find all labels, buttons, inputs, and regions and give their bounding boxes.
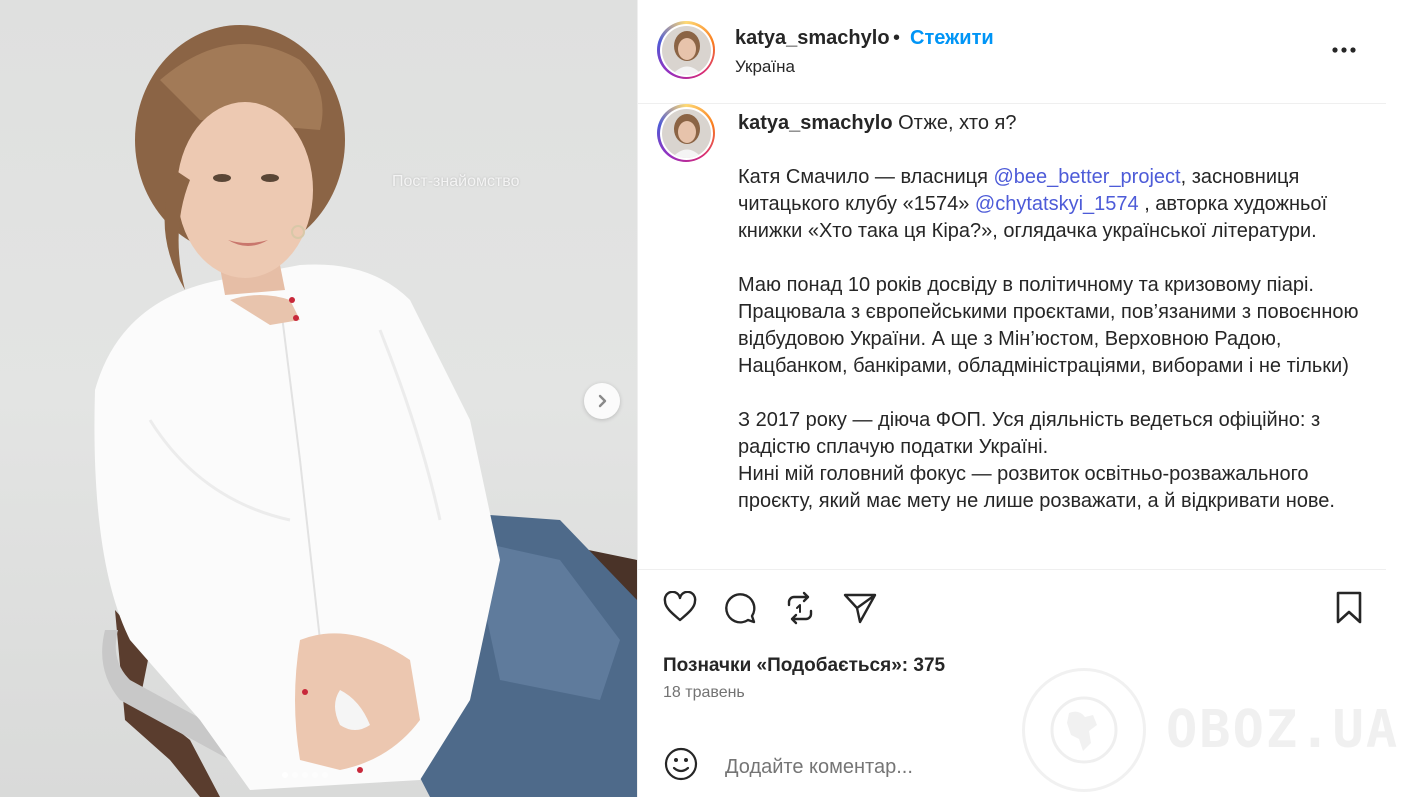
repost-button[interactable] bbox=[784, 591, 816, 630]
likes-count[interactable]: Позначки «Подобається»: 375 bbox=[663, 655, 945, 677]
caption-text: Катя Смачило — власниця bbox=[738, 166, 994, 188]
carousel-dot bbox=[312, 772, 318, 778]
post-photo: Пост-знайомство bbox=[0, 0, 637, 797]
carousel-dot bbox=[302, 772, 308, 778]
heart-icon bbox=[663, 590, 697, 622]
carousel-dot bbox=[282, 772, 288, 778]
avatar-photo bbox=[661, 108, 711, 158]
save-button[interactable] bbox=[1335, 591, 1363, 630]
photo-illustration bbox=[94, 25, 637, 797]
post-date[interactable]: 18 травень bbox=[663, 684, 745, 702]
comment-icon bbox=[725, 593, 756, 624]
globe-icon bbox=[1022, 668, 1146, 792]
caption-intro: Отже, хто я? bbox=[898, 112, 1017, 134]
separator-bullet: • bbox=[893, 27, 901, 49]
chevron-right-icon bbox=[598, 394, 607, 408]
caption-paragraph: Маю понад 10 років досвіду в політичному… bbox=[738, 274, 1359, 377]
mention-link[interactable]: @bee_better_project bbox=[994, 166, 1181, 188]
carousel-indicators bbox=[282, 772, 328, 778]
mention-link[interactable]: @chytatskyi_1574 bbox=[975, 193, 1139, 215]
caption-avatar[interactable] bbox=[657, 104, 715, 162]
comment-button[interactable] bbox=[723, 591, 757, 630]
caption-paragraph: Нині мій головний фокус — розвиток освіт… bbox=[738, 463, 1335, 512]
more-options-button[interactable] bbox=[1332, 40, 1356, 58]
watermark-text: OBOZ.UA bbox=[1166, 700, 1400, 760]
divider bbox=[638, 569, 1386, 570]
author-username[interactable]: katya_smachylo bbox=[735, 27, 890, 50]
share-icon bbox=[843, 593, 877, 624]
share-button[interactable] bbox=[843, 592, 877, 629]
avatar[interactable] bbox=[657, 21, 715, 79]
overlay-caption: Пост-знайомство bbox=[392, 173, 520, 190]
repost-icon bbox=[787, 591, 813, 625]
caption-paragraph: З 2017 року — діюча ФОП. Уся діяльність … bbox=[738, 409, 1321, 458]
post-location[interactable]: Україна bbox=[735, 57, 795, 77]
next-slide-button[interactable] bbox=[584, 383, 620, 419]
carousel-dot bbox=[322, 772, 328, 778]
emoji-button[interactable] bbox=[664, 747, 698, 786]
avatar-photo bbox=[661, 25, 711, 75]
like-button[interactable] bbox=[663, 590, 697, 628]
watermark: OBOZ.UA bbox=[1022, 668, 1399, 792]
more-dots-icon bbox=[1332, 47, 1356, 53]
emoji-smiley-icon bbox=[664, 747, 698, 781]
bookmark-icon bbox=[1336, 591, 1362, 624]
caption-username[interactable]: katya_smachylo bbox=[738, 112, 893, 134]
follow-button[interactable]: Стежити bbox=[910, 27, 994, 50]
carousel-dot bbox=[292, 772, 298, 778]
post-header: katya_smachylo • Стежити Україна bbox=[638, 0, 1386, 104]
post-caption: katya_smachylo Отже, хто я? Катя Смачило… bbox=[738, 110, 1368, 515]
